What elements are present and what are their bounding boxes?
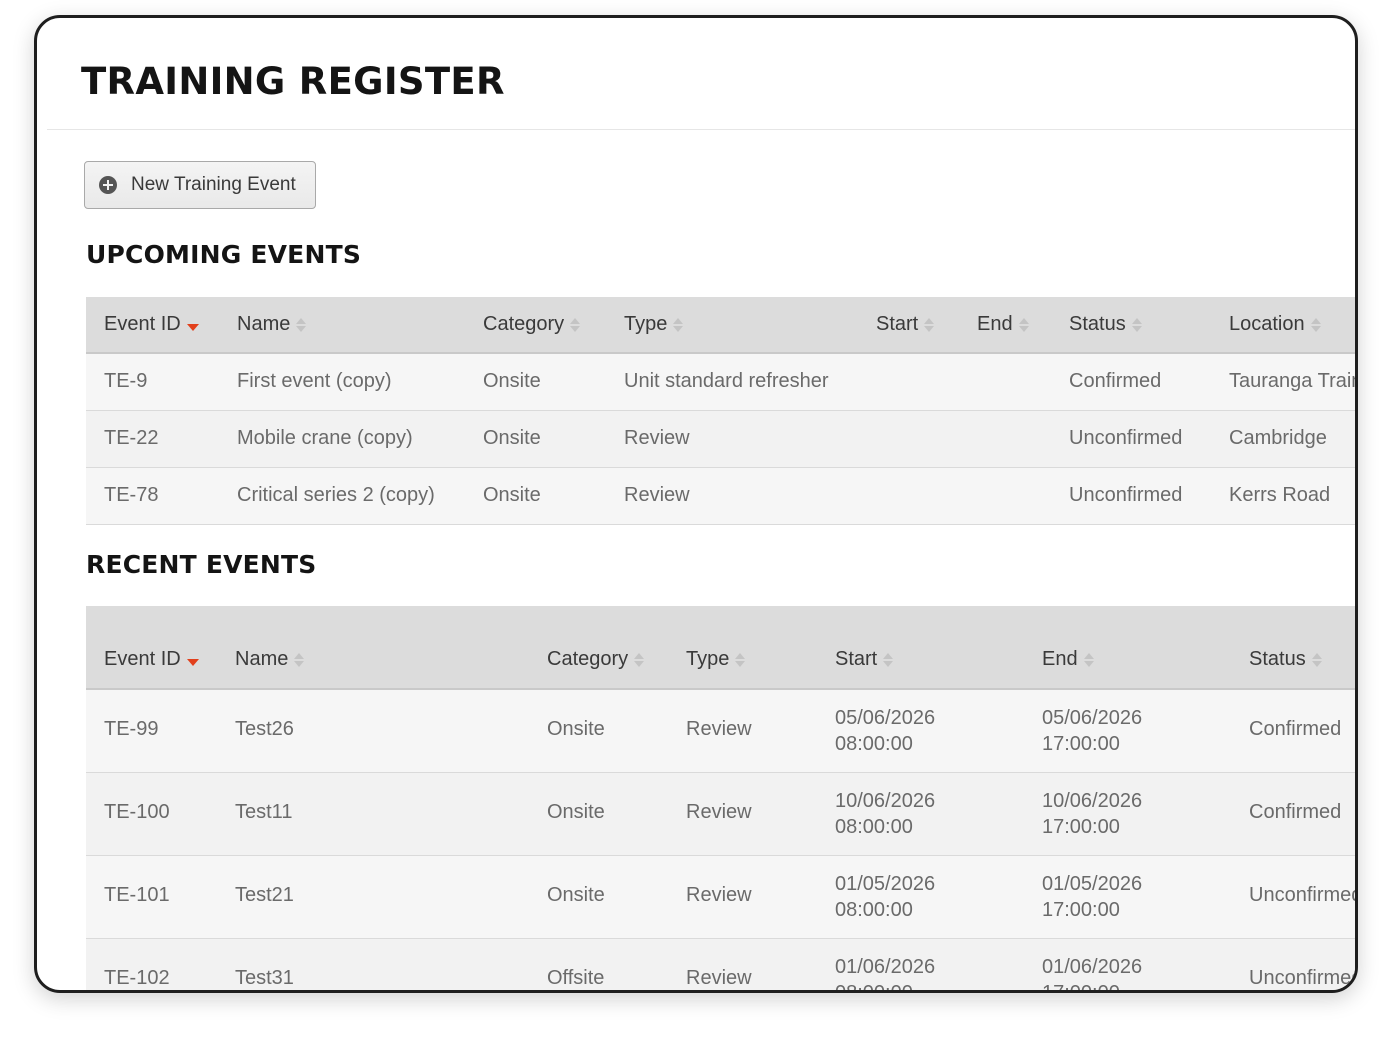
cell-end: 10/06/2026 17:00:00 xyxy=(1042,790,1143,838)
app-window: TRAINING REGISTER New Training Event UPC… xyxy=(34,15,1358,993)
table-row[interactable]: TE-101 Test21 Onsite Review 01/05/2026 08… xyxy=(86,856,1355,939)
cell-name: Test11 xyxy=(235,801,293,823)
cell-start: 01/06/2026 08:00:00 xyxy=(835,956,936,993)
cell-category: Onsite xyxy=(547,801,605,823)
recent-events-title: RECENT EVENTS xyxy=(86,550,317,579)
cell-name: Critical series 2 (copy) xyxy=(237,484,435,506)
plus-circle-icon xyxy=(99,176,117,194)
title-divider xyxy=(47,129,1355,130)
cell-location: Tauranga Training Centre xyxy=(1229,370,1355,392)
cell-category: Onsite xyxy=(483,484,541,506)
cell-name: Test31 xyxy=(235,967,294,989)
sort-both-icon xyxy=(1311,652,1322,668)
cell-status: Unconfirmed xyxy=(1069,427,1183,449)
cell-status: Confirmed xyxy=(1249,801,1342,823)
table-row[interactable]: TE-100 Test11 Onsite Review 10/06/2026 08… xyxy=(86,773,1355,856)
table-row[interactable]: TE-22 Mobile crane (copy) Onsite Review … xyxy=(86,411,1355,468)
cell-start: 10/06/2026 08:00:00 xyxy=(835,790,936,838)
sort-both-icon xyxy=(294,652,305,668)
cell-type: Review xyxy=(624,484,690,506)
cell-name: First event (copy) xyxy=(237,370,392,392)
sort-both-icon xyxy=(673,317,684,333)
cell-event-id: TE-78 xyxy=(104,484,159,506)
table-row[interactable]: TE-102 Test31 Offsite Review 01/06/2026 0… xyxy=(86,939,1358,993)
col-header-event-id[interactable]: Event ID xyxy=(104,313,199,336)
sort-both-icon xyxy=(1083,652,1094,668)
cell-status: Unconfirmed xyxy=(1249,967,1358,989)
col-header-type[interactable]: Type xyxy=(686,648,746,671)
col-header-category[interactable]: Category xyxy=(547,648,645,671)
cell-end: 05/06/2026 17:00:00 xyxy=(1042,707,1143,755)
recent-table-header: Event ID Name Category Type Start End St… xyxy=(86,606,1355,690)
upcoming-events-title: UPCOMING EVENTS xyxy=(86,240,362,269)
cell-name: Test21 xyxy=(235,884,294,906)
upcoming-table-header: Event ID Name Category Type Start End St… xyxy=(86,297,1355,354)
cell-category: Onsite xyxy=(483,427,541,449)
col-header-end[interactable]: End xyxy=(1042,648,1094,671)
sort-both-icon xyxy=(1310,317,1321,333)
cell-start: 01/05/2026 08:00:00 xyxy=(835,873,936,921)
cell-type: Review xyxy=(686,801,752,823)
new-training-event-label: New Training Event xyxy=(131,174,296,195)
col-header-event-id[interactable]: Event ID xyxy=(104,648,199,671)
cell-event-id: TE-22 xyxy=(104,427,159,449)
upcoming-events-table: Event ID Name Category Type Start End St… xyxy=(86,297,1355,525)
cell-type: Review xyxy=(624,427,690,449)
sort-both-icon xyxy=(296,317,307,333)
cell-location: Cambridge xyxy=(1229,427,1327,449)
sort-both-icon xyxy=(1131,317,1142,333)
sort-both-icon xyxy=(634,652,645,668)
new-training-event-button[interactable]: New Training Event xyxy=(84,161,316,209)
sort-both-icon xyxy=(924,317,935,333)
table-row[interactable]: TE-78 Critical series 2 (copy) Onsite Re… xyxy=(86,468,1355,525)
sort-both-icon xyxy=(570,317,581,333)
cell-type: Review xyxy=(686,967,752,989)
cell-location: Kerrs Road xyxy=(1229,484,1331,506)
col-header-name[interactable]: Name xyxy=(237,313,307,336)
sort-both-icon xyxy=(883,652,894,668)
cell-category: Onsite xyxy=(547,884,605,906)
cell-category: Onsite xyxy=(547,718,605,740)
cell-end: 01/05/2026 17:00:00 xyxy=(1042,873,1143,921)
col-header-category[interactable]: Category xyxy=(483,313,581,336)
cell-type: Review xyxy=(686,884,752,906)
cell-event-id: TE-102 xyxy=(104,967,170,989)
cell-event-id: TE-99 xyxy=(104,718,159,740)
cell-name: Mobile crane (copy) xyxy=(237,427,413,449)
cell-category: Onsite xyxy=(483,370,541,392)
cell-type: Unit standard refresher xyxy=(624,370,829,392)
col-header-start[interactable]: Start xyxy=(876,313,935,336)
sort-both-icon xyxy=(1018,317,1029,333)
cell-category: Offsite xyxy=(547,967,605,989)
table-row[interactable]: TE-99 Test26 Onsite Review 05/06/2026 08:… xyxy=(86,690,1355,773)
col-header-status[interactable]: Status xyxy=(1249,648,1322,671)
recent-events-table: Event ID Name Category Type Start End St… xyxy=(86,606,1358,993)
cell-status: Unconfirmed xyxy=(1249,884,1358,906)
cell-start: 05/06/2026 08:00:00 xyxy=(835,707,936,755)
sort-both-icon xyxy=(735,652,746,668)
col-header-location[interactable]: Location xyxy=(1229,313,1321,336)
cell-event-id: TE-9 xyxy=(104,370,148,392)
cell-status: Confirmed xyxy=(1249,718,1342,740)
col-header-end[interactable]: End xyxy=(977,313,1029,336)
cell-status: Confirmed xyxy=(1069,370,1162,392)
col-header-name[interactable]: Name xyxy=(235,648,305,671)
cell-type: Review xyxy=(686,718,752,740)
col-header-type[interactable]: Type xyxy=(624,313,684,336)
table-row[interactable]: TE-9 First event (copy) Onsite Unit stan… xyxy=(86,354,1355,411)
cell-name: Test26 xyxy=(235,718,294,740)
cell-status: Unconfirmed xyxy=(1069,484,1183,506)
sort-desc-icon xyxy=(186,323,199,332)
sort-desc-icon xyxy=(186,658,199,667)
col-header-start[interactable]: Start xyxy=(835,648,894,671)
cell-event-id: TE-101 xyxy=(104,884,170,906)
cell-event-id: TE-100 xyxy=(104,801,170,823)
cell-end: 01/06/2026 17:00:00 xyxy=(1042,956,1143,993)
col-header-status[interactable]: Status xyxy=(1069,313,1142,336)
page-title: TRAINING REGISTER xyxy=(81,60,505,103)
